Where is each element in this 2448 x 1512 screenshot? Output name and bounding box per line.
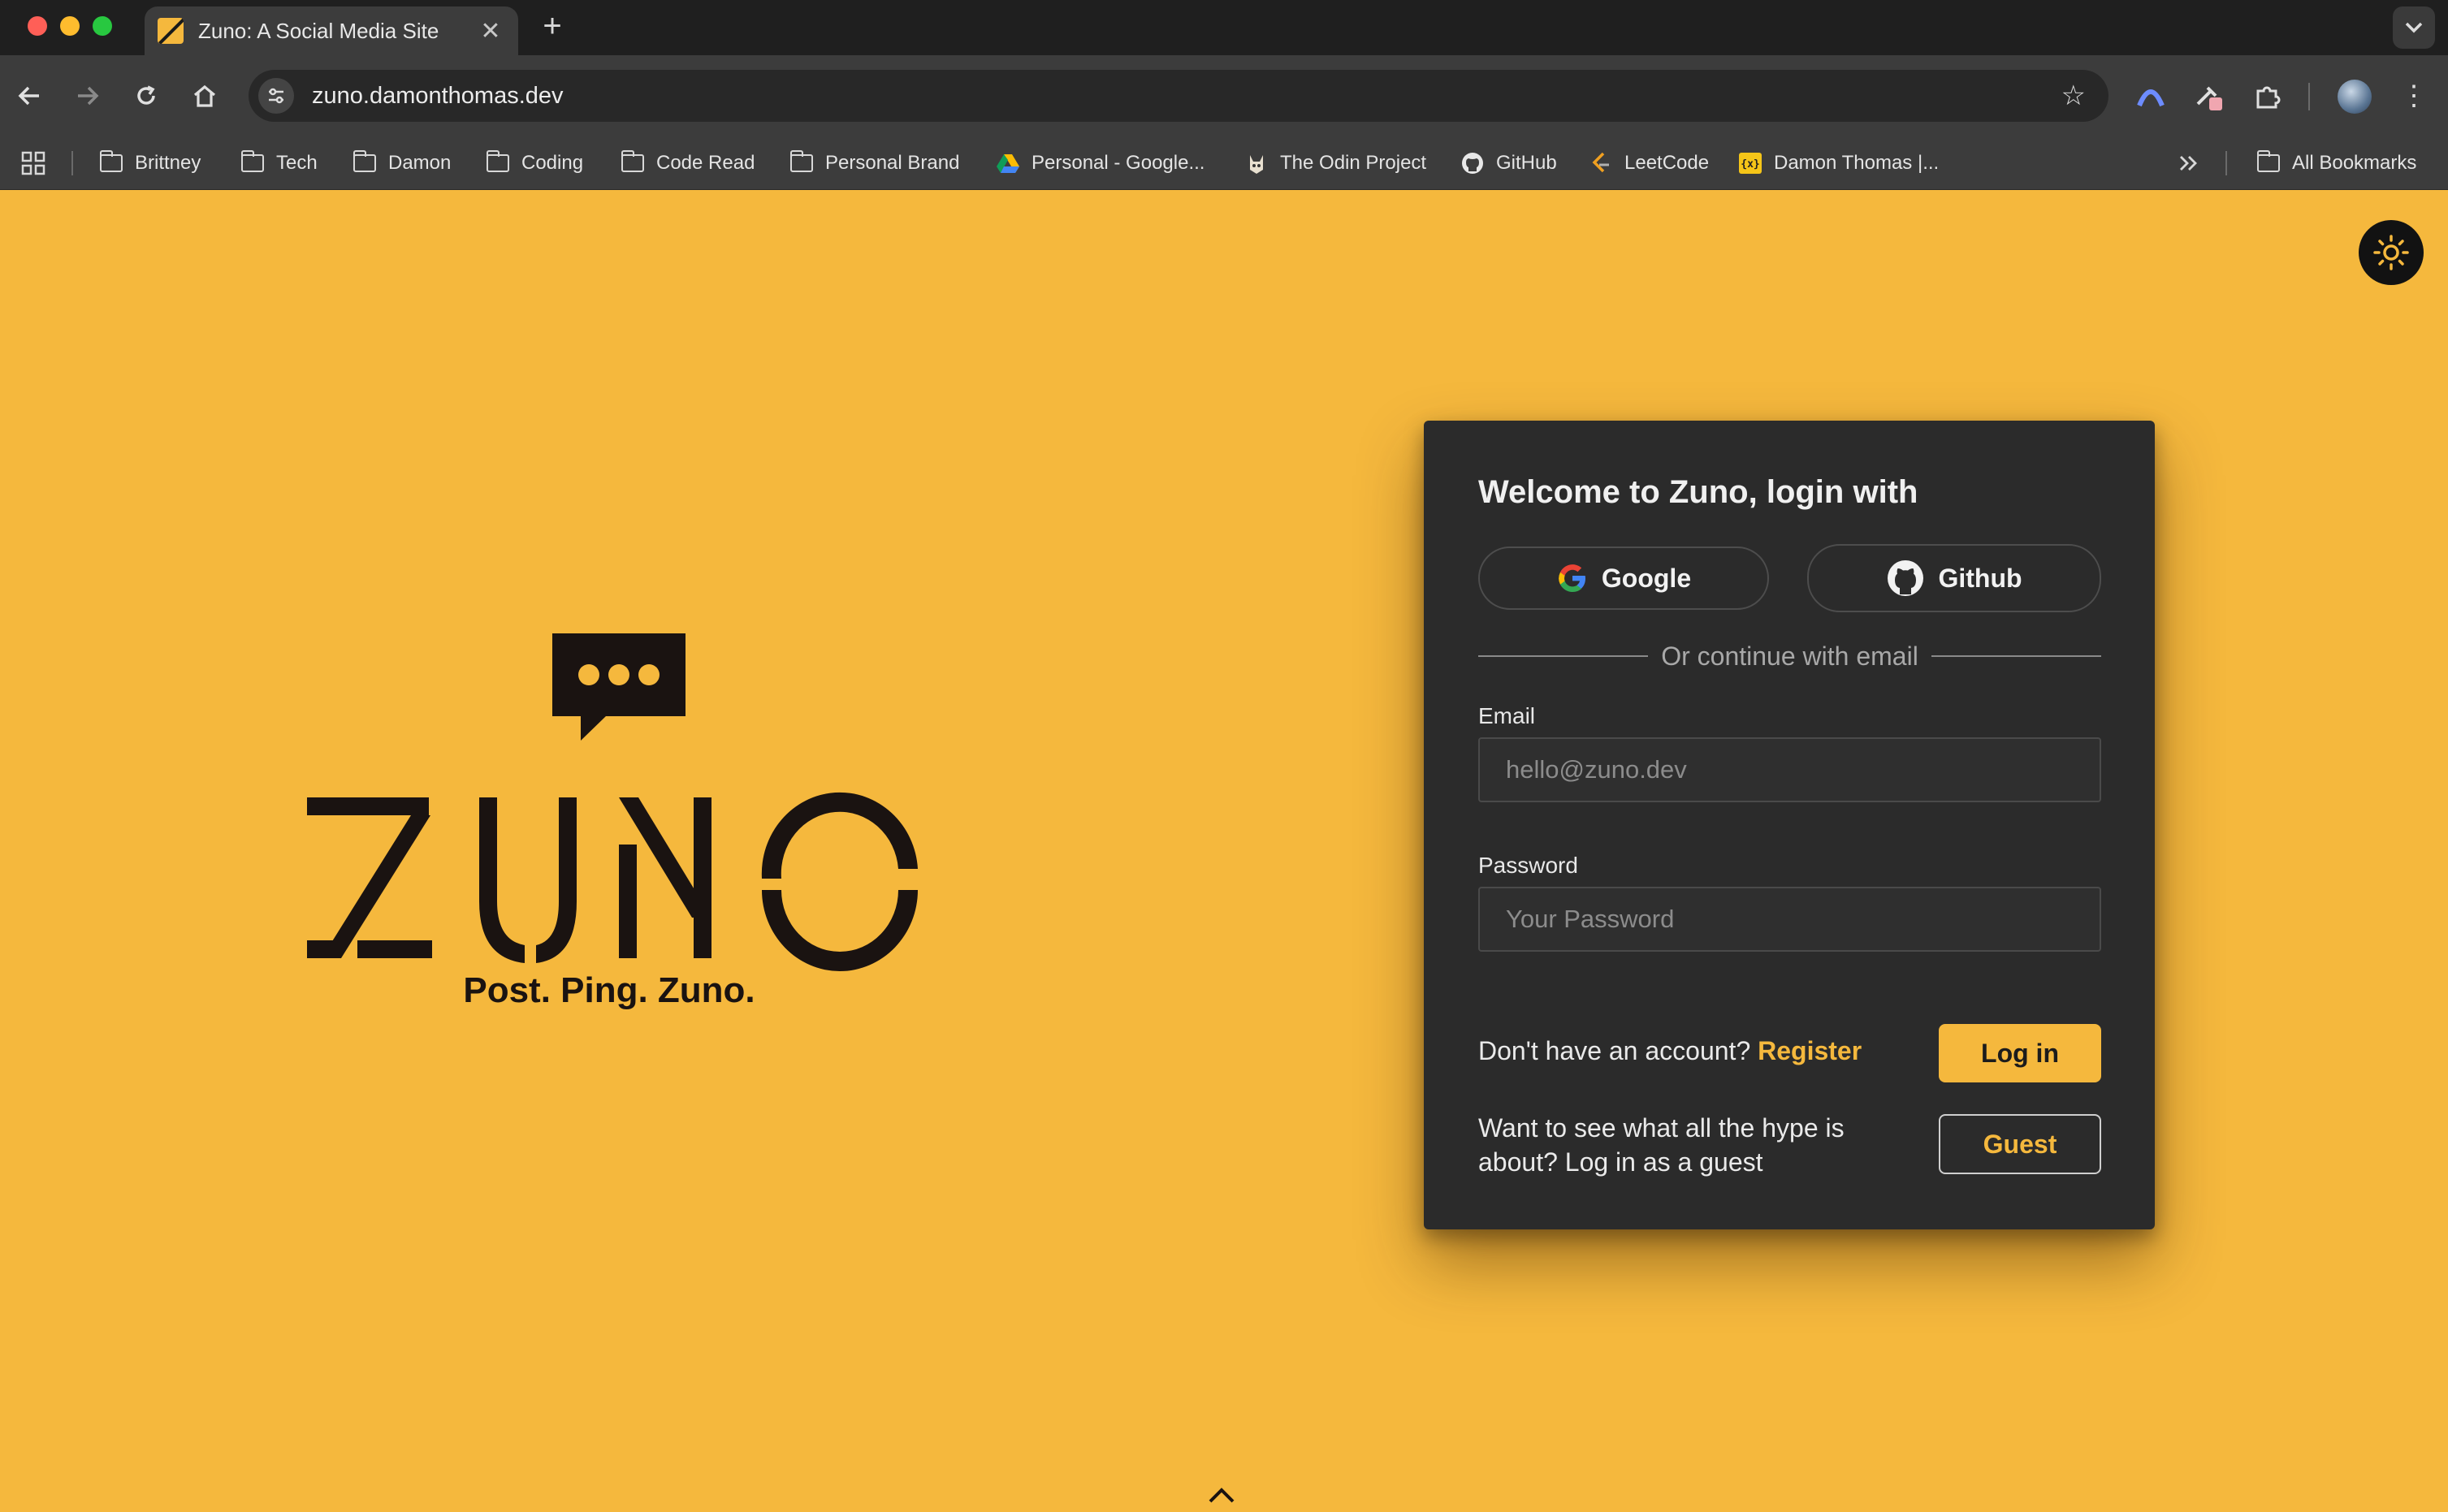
bookmark-folder-damon[interactable]: Damon [352, 136, 451, 190]
register-link[interactable]: Register [1758, 1036, 1862, 1065]
bookmarks-divider [2225, 151, 2227, 175]
tab-close-icon[interactable]: ✕ [476, 17, 505, 45]
bookmarks-overflow-double-chevron-right-icon[interactable] [2178, 136, 2199, 190]
password-label: Password [1478, 853, 1578, 878]
bookmark-label: Personal Brand [825, 152, 960, 174]
bookmark-google-drive[interactable]: Personal - Google... [996, 136, 1205, 190]
odin-project-icon [1244, 153, 1269, 174]
github-login-button[interactable]: Github [1807, 544, 2101, 612]
all-bookmarks-folder[interactable]: All Bookmarks [2256, 136, 2416, 190]
bookmark-label: Tech [276, 152, 318, 174]
login-button[interactable]: Log in [1939, 1024, 2101, 1082]
register-prompt: Don't have an account? Register [1478, 1036, 1862, 1066]
divider-text: Or continue with email [1661, 641, 1918, 671]
tab-title: Zuno: A Social Media Site [198, 18, 439, 43]
bookmark-folder-personal-brand[interactable]: Personal Brand [789, 136, 959, 190]
url-text: zuno.damonthomas.dev [312, 82, 564, 109]
google-label: Google [1601, 563, 1692, 593]
profile-avatar[interactable] [2338, 80, 2372, 114]
tab-search-chevron-down-icon[interactable] [2393, 6, 2435, 49]
close-window-button[interactable] [28, 16, 47, 36]
active-tab[interactable]: Zuno: A Social Media Site ✕ [145, 6, 518, 55]
maximize-window-button[interactable] [93, 16, 112, 36]
login-card: Welcome to Zuno, login with Google Githu… [1424, 421, 2155, 1229]
bookmarks-bar: Brittney Tech Damon Coding Code Read Per… [0, 136, 2448, 190]
bookmark-leetcode[interactable]: LeetCode [1589, 136, 1709, 190]
google-login-button[interactable]: Google [1478, 546, 1769, 610]
page-content: Post. Ping. Zuno. Welcome to Zuno, login… [0, 191, 2448, 1512]
password-field[interactable] [1478, 887, 2101, 952]
bookmark-label: GitHub [1496, 152, 1557, 174]
all-bookmarks-label: All Bookmarks [2292, 152, 2417, 174]
more-vertical-icon[interactable]: ⋮ [2399, 78, 2429, 114]
home-icon[interactable] [184, 75, 226, 117]
folder-icon [240, 150, 265, 173]
portfolio-icon: {x} [1738, 153, 1762, 174]
bookmark-damon-thomas[interactable]: {x} Damon Thomas |... [1738, 136, 1939, 190]
extensions-puzzle-icon[interactable] [2250, 78, 2286, 114]
zuno-favicon-icon [158, 18, 184, 44]
folder-icon [789, 150, 814, 173]
bookmark-folder-brittney[interactable]: Brittney [99, 136, 201, 190]
back-arrow-left-icon[interactable] [8, 75, 50, 117]
no-account-text: Don't have an account? [1478, 1036, 1751, 1065]
scroll-up-chevron-up-icon[interactable] [1207, 1485, 1236, 1505]
bookmark-odin-project[interactable]: The Odin Project [1244, 136, 1426, 190]
folder-icon [621, 150, 645, 173]
extension-arc-icon[interactable] [2133, 78, 2169, 114]
google-drive-icon [996, 153, 1020, 173]
forward-arrow-right-icon[interactable] [67, 75, 109, 117]
login-title: Welcome to Zuno, login with [1478, 474, 1918, 510]
bookmark-label: Coding [521, 152, 584, 174]
bookmark-folder-code-read[interactable]: Code Read [621, 136, 755, 190]
reload-icon[interactable] [125, 75, 167, 117]
bookmark-label: Personal - Google... [1032, 152, 1205, 174]
brand-tagline: Post. Ping. Zuno. [463, 970, 755, 1010]
github-label: Github [1938, 563, 2022, 593]
tab-strip: Zuno: A Social Media Site ✕ + [0, 0, 2448, 55]
browser-toolbar: zuno.damonthomas.dev ☆ ⋮ [0, 55, 2448, 136]
toolbar-divider [2308, 83, 2310, 110]
bookmark-label: Damon Thomas |... [1774, 152, 1940, 174]
guest-button[interactable]: Guest [1939, 1114, 2101, 1174]
folder-icon [486, 150, 510, 173]
zuno-logo-graphic [307, 633, 918, 971]
tune-icon[interactable] [258, 78, 294, 114]
apps-grid-icon[interactable] [21, 136, 45, 190]
extension-eyedropper-icon[interactable] [2191, 78, 2227, 114]
svg-text:{x}: {x} [1741, 158, 1759, 171]
leetcode-icon [1589, 152, 1613, 173]
folder-icon [352, 150, 377, 173]
folder-icon [99, 150, 123, 173]
bookmark-label: Brittney [135, 152, 201, 174]
new-tab-plus-icon[interactable]: + [536, 8, 569, 45]
minimize-window-button[interactable] [60, 16, 80, 36]
bookmark-label: The Odin Project [1280, 152, 1427, 174]
folder-icon [2256, 150, 2281, 173]
bookmark-github[interactable]: GitHub [1460, 136, 1557, 190]
google-icon [1556, 562, 1589, 594]
email-field[interactable] [1478, 737, 2101, 802]
bookmark-star-icon[interactable]: ☆ [2061, 80, 2086, 112]
zuno-logo [301, 633, 934, 991]
email-label: Email [1478, 703, 1536, 728]
or-divider: Or continue with email [1478, 640, 2102, 672]
chat-bubble-icon [552, 633, 686, 741]
guest-prompt-text: Want to see what all the hype is about? … [1478, 1113, 1845, 1177]
github-icon [1460, 153, 1485, 174]
address-bar[interactable]: zuno.damonthomas.dev ☆ [249, 70, 2108, 122]
bookmark-folder-coding[interactable]: Coding [486, 136, 583, 190]
bookmark-folder-tech[interactable]: Tech [240, 136, 318, 190]
bookmark-label: Code Read [656, 152, 755, 174]
bookmarks-divider [71, 151, 73, 175]
bookmark-label: LeetCode [1624, 152, 1710, 174]
theme-toggle-sun-icon[interactable] [2359, 220, 2424, 285]
github-icon [1886, 559, 1925, 598]
browser-window: Zuno: A Social Media Site ✕ + zuno.damon… [0, 0, 2448, 1512]
bookmark-label: Damon [388, 152, 452, 174]
